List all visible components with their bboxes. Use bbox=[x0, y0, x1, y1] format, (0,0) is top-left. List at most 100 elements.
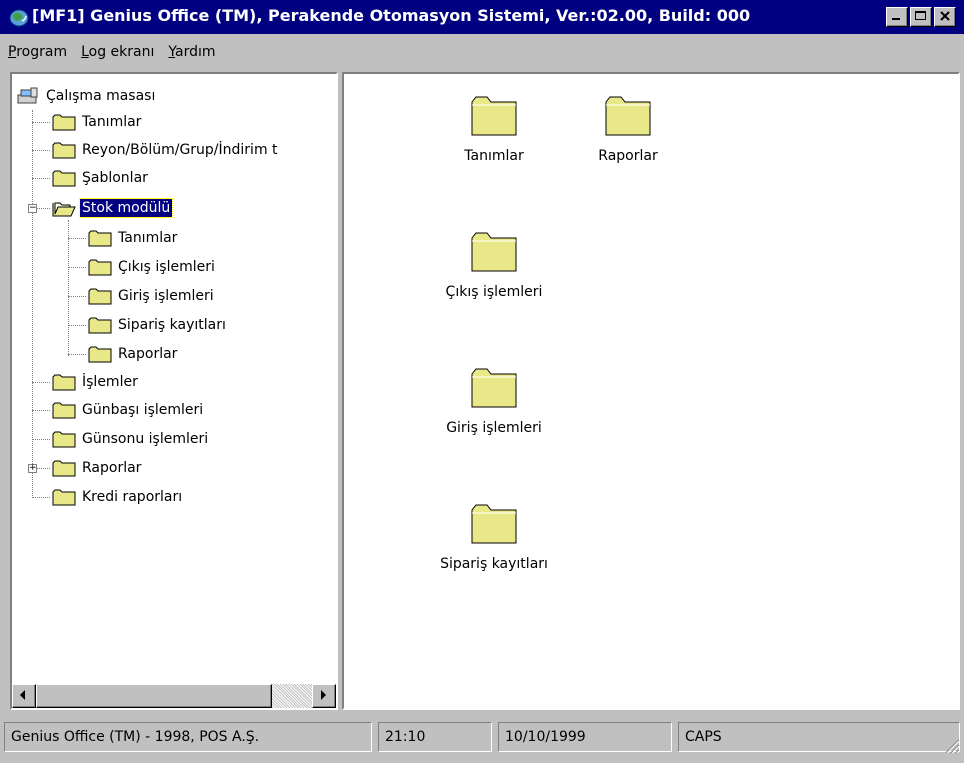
icon-label: Giriş işlemleri bbox=[446, 420, 542, 436]
menu-yardim-rest: ardım bbox=[175, 44, 216, 60]
status-bar: Genius Office (TM) - 1998, POS A.Ş. 21:1… bbox=[0, 718, 964, 758]
menu-program-rest: rogram bbox=[16, 44, 68, 60]
tree-item-raporlar[interactable]: Raporlar bbox=[52, 454, 143, 482]
horizontal-scrollbar[interactable] bbox=[12, 684, 336, 708]
folder-icon bbox=[52, 460, 76, 477]
tree-item-tanimlar[interactable]: Tanımlar bbox=[52, 108, 143, 136]
scroll-thumb[interactable] bbox=[36, 684, 272, 708]
tree-item-label: İşlemler bbox=[82, 374, 138, 390]
folder-icon bbox=[52, 431, 76, 448]
menu-bar: Program Log ekranı Yardım bbox=[0, 38, 964, 66]
status-caps: CAPS bbox=[678, 722, 960, 752]
tree-view[interactable]: − + Çalışma masası Tanımlar Reyon/Bölüm/… bbox=[12, 74, 336, 682]
globe-app-icon[interactable] bbox=[8, 7, 30, 27]
tree-item-gunsonu[interactable]: Günsonu işlemleri bbox=[52, 425, 210, 453]
minimize-icon bbox=[892, 18, 900, 20]
tree-connector bbox=[32, 497, 50, 498]
folder-icon bbox=[52, 374, 76, 391]
status-time: 21:10 bbox=[378, 722, 492, 752]
tree-item-stok-modulu[interactable]: Stok modülü bbox=[52, 194, 174, 222]
tree-item-gunbasi[interactable]: Günbaşı işlemleri bbox=[52, 396, 205, 424]
folder-icon bbox=[52, 114, 76, 131]
tree-item-sablonlar[interactable]: Şablonlar bbox=[52, 164, 150, 192]
icon-label: Sipariş kayıtları bbox=[440, 556, 548, 572]
tree-item-label: Kredi raporları bbox=[82, 489, 183, 505]
tree-connector bbox=[68, 325, 86, 326]
tree-root[interactable]: Çalışma masası bbox=[16, 82, 157, 110]
tree-item-cikis[interactable]: Çıkış işlemleri bbox=[88, 253, 217, 281]
folder-icon bbox=[52, 142, 76, 159]
arrow-left-icon bbox=[20, 690, 25, 700]
menu-log-ekrani[interactable]: Log ekranı bbox=[73, 44, 160, 60]
folder-icon bbox=[88, 317, 112, 334]
icon-item-tanimlar[interactable]: Tanımlar bbox=[424, 94, 564, 164]
menu-program[interactable]: Program bbox=[0, 44, 73, 60]
folder-icon bbox=[52, 402, 76, 419]
tree-connector bbox=[32, 150, 50, 151]
maximize-icon bbox=[915, 11, 926, 20]
icon-item-siparis[interactable]: Sipariş kayıtları bbox=[424, 502, 564, 572]
tree-item-reyon[interactable]: Reyon/Bölüm/Grup/İndirim t bbox=[52, 136, 280, 164]
icon-label: Raporlar bbox=[598, 148, 658, 164]
tree-root-label: Çalışma masası bbox=[46, 88, 156, 104]
folder-icon bbox=[88, 346, 112, 363]
menu-program-mnemonic: P bbox=[8, 44, 17, 60]
icon-item-giris[interactable]: Giriş işlemleri bbox=[424, 366, 564, 436]
tree-item-label: Tanımlar bbox=[82, 114, 142, 130]
tree-item-islemler[interactable]: İşlemler bbox=[52, 368, 140, 396]
tree-item-stok-raporlar[interactable]: Raporlar bbox=[88, 340, 179, 368]
tree-connector bbox=[68, 354, 86, 355]
folder-icon bbox=[88, 288, 112, 305]
menu-log-mnemonic: L bbox=[81, 44, 89, 60]
status-app: Genius Office (TM) - 1998, POS A.Ş. bbox=[4, 722, 372, 752]
tree-item-label: Tanımlar bbox=[118, 230, 178, 246]
scroll-right-button[interactable] bbox=[312, 684, 336, 708]
tree-connector bbox=[68, 296, 86, 297]
menu-yardim[interactable]: Yardım bbox=[160, 44, 221, 60]
window-buttons bbox=[886, 7, 956, 27]
open-folder-icon bbox=[52, 202, 76, 217]
tree-item-label: Günsonu işlemleri bbox=[82, 431, 209, 447]
tree-item-label: Raporlar bbox=[82, 460, 142, 476]
tree-item-stok-tanimlar[interactable]: Tanımlar bbox=[88, 224, 179, 252]
icon-label: Çıkış işlemleri bbox=[445, 284, 543, 300]
tree-item-label: Raporlar bbox=[118, 346, 178, 362]
tree-connector bbox=[37, 208, 50, 209]
menu-yardim-mnemonic: Y bbox=[168, 44, 175, 60]
folder-icon bbox=[52, 489, 76, 506]
tree-connector bbox=[68, 267, 86, 268]
large-folder-icon bbox=[471, 368, 517, 408]
folder-icon bbox=[88, 230, 112, 247]
minimize-button[interactable] bbox=[886, 7, 908, 27]
tree-connector bbox=[32, 178, 50, 179]
close-button[interactable] bbox=[934, 7, 956, 27]
tree-item-giris[interactable]: Giriş işlemleri bbox=[88, 282, 216, 310]
tree-connector bbox=[68, 220, 69, 356]
expand-toggle[interactable]: + bbox=[28, 464, 37, 473]
navigation-tree-panel: − + Çalışma masası Tanımlar Reyon/Bölüm/… bbox=[10, 72, 338, 710]
tree-item-kredi-raporlari[interactable]: Kredi raporları bbox=[52, 483, 184, 511]
tree-connector bbox=[32, 410, 50, 411]
icon-item-raporlar[interactable]: Raporlar bbox=[558, 94, 698, 164]
resize-grip-icon[interactable] bbox=[942, 736, 960, 754]
maximize-button[interactable] bbox=[910, 7, 932, 27]
menu-log-rest: og ekranı bbox=[88, 44, 155, 60]
tree-item-label: Reyon/Bölüm/Grup/İndirim t bbox=[82, 142, 278, 158]
content-icon-panel: Tanımlar Raporlar Çıkış işlemleri Giriş … bbox=[342, 72, 960, 710]
tree-connector bbox=[32, 382, 50, 383]
large-folder-icon bbox=[471, 96, 517, 136]
tree-connector bbox=[32, 122, 50, 123]
icon-item-cikis[interactable]: Çıkış işlemleri bbox=[424, 230, 564, 300]
tree-item-label: Çıkış işlemleri bbox=[118, 259, 215, 275]
folder-icon bbox=[88, 259, 112, 276]
close-icon bbox=[940, 11, 950, 21]
tree-connector bbox=[68, 238, 86, 239]
icon-label: Tanımlar bbox=[464, 148, 524, 164]
collapse-toggle[interactable]: − bbox=[28, 204, 37, 213]
tree-item-label: Stok modülü bbox=[78, 198, 174, 218]
folder-icon bbox=[52, 170, 76, 187]
tree-item-siparis[interactable]: Sipariş kayıtları bbox=[88, 311, 228, 339]
scroll-left-button[interactable] bbox=[12, 684, 36, 708]
tree-connector bbox=[37, 468, 50, 469]
desktop-icon bbox=[17, 87, 38, 104]
